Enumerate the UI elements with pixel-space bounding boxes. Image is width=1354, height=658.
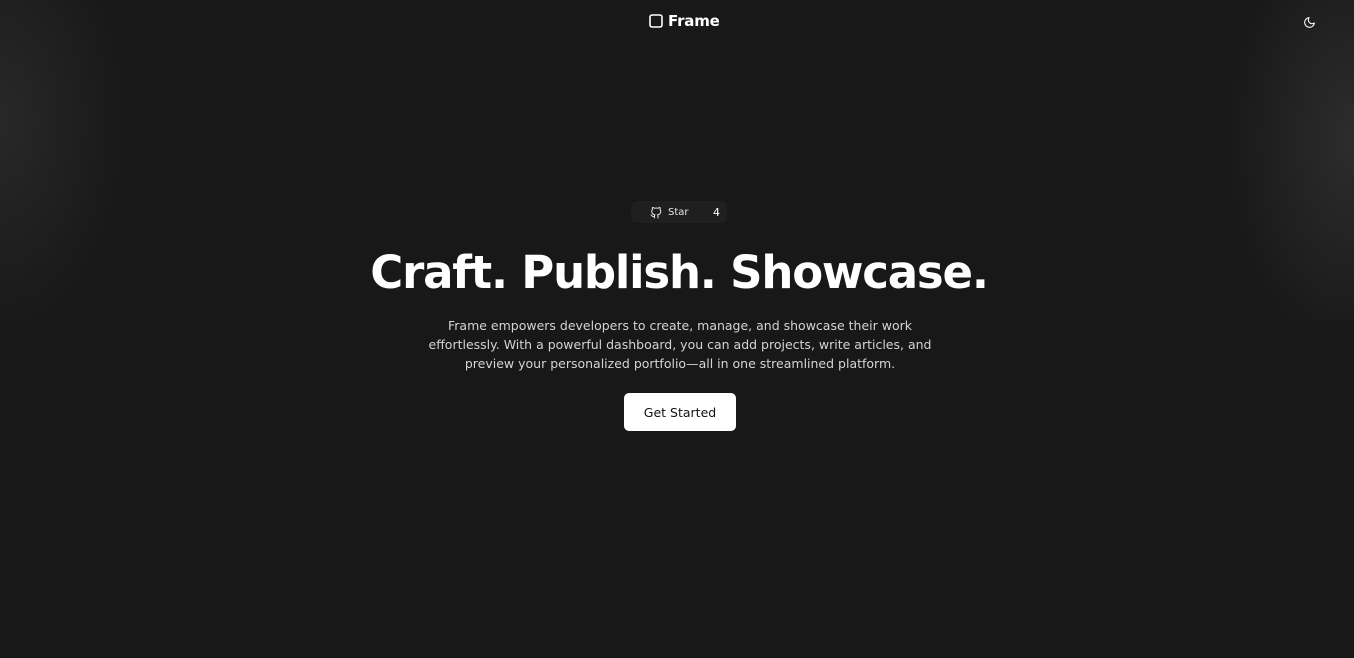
hero-headline: Craft. Publish. Showcase.	[370, 246, 989, 299]
star-count: 4	[713, 205, 720, 219]
github-star-badge[interactable]: Star 4	[631, 201, 727, 223]
star-label: Star	[668, 206, 689, 218]
get-started-button[interactable]: Get Started	[624, 393, 736, 431]
github-icon	[650, 206, 662, 219]
brand-name: Frame	[668, 12, 720, 30]
brand-logo-link[interactable]: Frame	[649, 11, 720, 31]
theme-toggle-button[interactable]	[1300, 15, 1318, 33]
hero-description: Frame empowers developers to create, man…	[428, 318, 932, 371]
landing-page: Frame Star 4 Craft. Publish. Showcase. F…	[0, 0, 1354, 658]
github-star-button[interactable]: Star	[631, 201, 702, 223]
square-icon	[649, 14, 663, 28]
moon-icon	[1303, 16, 1316, 32]
